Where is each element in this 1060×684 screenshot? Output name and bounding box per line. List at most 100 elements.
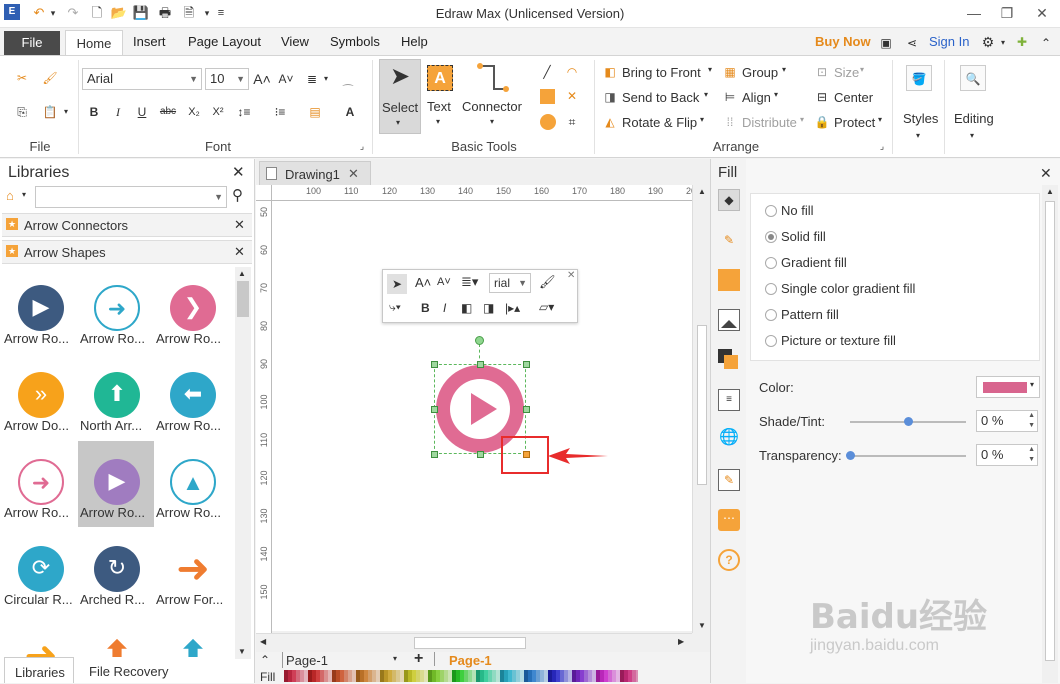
scroll-down-icon[interactable]: ▼	[698, 621, 706, 630]
send-to-back-button[interactable]: Send to Back	[622, 90, 699, 105]
palette-swatch[interactable]	[604, 670, 608, 682]
bring-to-front-icon[interactable]: ◧	[600, 62, 620, 82]
lock-icon[interactable]: 🔒	[812, 112, 832, 132]
sign-in-link[interactable]: Sign In	[929, 34, 969, 49]
search-icon[interactable]: ⚲	[232, 186, 243, 204]
palette-swatch[interactable]	[380, 670, 384, 682]
close-icon[interactable]: ✕	[234, 217, 245, 233]
group-button[interactable]: Group	[742, 65, 778, 80]
palette-swatch[interactable]	[288, 670, 292, 682]
palette-swatch[interactable]	[316, 670, 320, 682]
highlight-icon[interactable]: ▤	[305, 102, 325, 122]
bold-icon[interactable]: B	[84, 102, 104, 122]
connector-style-icon[interactable]: ⤷▾	[389, 300, 401, 315]
palette-swatch[interactable]	[320, 670, 324, 682]
library-section-arrow-connectors[interactable]: ★ Arrow Connectors ✕	[2, 213, 252, 237]
palette-swatch[interactable]	[408, 670, 412, 682]
palette-swatch[interactable]	[340, 670, 344, 682]
tab-page-layout[interactable]: Page Layout	[188, 34, 261, 49]
share-icon[interactable]: ⋖	[902, 33, 922, 53]
palette-swatch[interactable]	[616, 670, 620, 682]
shade-tint-slider-knob[interactable]	[904, 417, 913, 426]
shadow-icon[interactable]	[718, 269, 740, 291]
palette-swatch[interactable]	[400, 670, 404, 682]
palette-swatch[interactable]	[592, 670, 596, 682]
palette-swatch[interactable]	[572, 670, 576, 682]
comment-icon[interactable]: ⋯	[718, 509, 740, 531]
pointer-icon[interactable]: ➤	[387, 274, 407, 294]
scroll-up-icon[interactable]: ▲	[238, 269, 246, 278]
transparency-input[interactable]: 0 % ▲ ▼	[976, 444, 1038, 466]
close-icon[interactable]: ✕	[232, 163, 245, 181]
palette-swatch[interactable]	[452, 670, 456, 682]
resize-handle[interactable]	[431, 361, 438, 368]
tab-file-recovery[interactable]: File Recovery	[89, 664, 168, 679]
palette-swatch[interactable]	[404, 670, 408, 682]
palette-swatch[interactable]	[428, 670, 432, 682]
palette-swatch[interactable]	[328, 670, 332, 682]
palette-swatch[interactable]	[424, 670, 428, 682]
close-icon[interactable]: ✕	[567, 270, 575, 281]
scrollbar-thumb[interactable]	[697, 325, 707, 485]
superscript-icon[interactable]: X²	[208, 102, 228, 122]
palette-swatch[interactable]	[596, 670, 600, 682]
fill-option-radio[interactable]	[765, 309, 777, 321]
scroll-up-icon[interactable]: ▲	[698, 187, 706, 196]
color-palette[interactable]	[284, 670, 638, 682]
transparency-slider-knob[interactable]	[846, 451, 855, 460]
palette-swatch[interactable]	[352, 670, 356, 682]
canvas-vertical-scrollbar[interactable]: ▲ ▼	[692, 185, 710, 633]
palette-swatch[interactable]	[448, 670, 452, 682]
restore-button[interactable]: ❐	[995, 3, 1019, 23]
globe-icon[interactable]: 🌐	[718, 427, 740, 449]
cut-icon[interactable]: ✂	[12, 68, 32, 88]
floating-font-combo[interactable]: rial ▼	[489, 273, 531, 293]
styles-button[interactable]: 🪣 Styles ▾	[896, 59, 942, 153]
palette-swatch[interactable]	[560, 670, 564, 682]
library-shape-item[interactable]: ⬆	[78, 615, 154, 657]
shade-tint-input[interactable]: 0 % ▲ ▼	[976, 410, 1038, 432]
tab-file[interactable]: File	[4, 31, 60, 55]
document-properties-icon[interactable]: ≡	[718, 389, 740, 411]
palette-swatch[interactable]	[300, 670, 304, 682]
rotate-flip-icon[interactable]: ◭	[600, 112, 620, 132]
collapse-ribbon-icon[interactable]: ⌃	[1036, 33, 1056, 53]
size-icon[interactable]: ⊡	[812, 62, 832, 82]
fill-panel-scrollbar[interactable]: ▲	[1042, 185, 1058, 683]
distribute-icon[interactable]: ⁞⁞	[720, 112, 740, 132]
close-icon[interactable]: ✕	[348, 166, 359, 182]
library-shape-item[interactable]: ➜ Arrow For...	[154, 528, 230, 614]
palette-swatch[interactable]	[312, 670, 316, 682]
palette-swatch[interactable]	[508, 670, 512, 682]
bring-front-icon[interactable]: ◧	[461, 301, 472, 315]
library-shape-item[interactable]: ⬅ Arrow Ro...	[154, 354, 230, 440]
send-back-icon[interactable]: ◨	[483, 301, 494, 315]
palette-swatch[interactable]	[544, 670, 548, 682]
library-shape-item[interactable]: ⬆ North Arr...	[78, 354, 154, 440]
arc-tool-icon[interactable]: ◠	[562, 62, 582, 82]
palette-swatch[interactable]	[460, 670, 464, 682]
layers-icon[interactable]	[718, 349, 740, 371]
distribute-icon[interactable]: |▸▴	[505, 301, 520, 315]
chevron-down-icon[interactable]: ▾	[22, 190, 26, 199]
tab-home[interactable]: Home	[65, 30, 123, 57]
library-scrollbar[interactable]: ▲ ▼	[235, 267, 251, 659]
palette-swatch[interactable]	[552, 670, 556, 682]
palette-swatch[interactable]	[388, 670, 392, 682]
palette-swatch[interactable]	[520, 670, 524, 682]
palette-swatch[interactable]	[304, 670, 308, 682]
close-icon[interactable]: ✕	[234, 244, 245, 260]
account-icon[interactable]: ▣	[876, 33, 896, 53]
library-shape-item[interactable]: ↻ Arched R...	[78, 528, 154, 614]
library-shape-item[interactable]: ⬆	[154, 615, 230, 657]
scroll-down-icon[interactable]: ▼	[238, 647, 246, 656]
shrink-font-icon[interactable]: A˅	[437, 276, 451, 288]
scroll-right-icon[interactable]: ▶	[678, 637, 684, 646]
send-to-back-icon[interactable]: ◨	[600, 87, 620, 107]
palette-swatch[interactable]	[608, 670, 612, 682]
palette-swatch[interactable]	[480, 670, 484, 682]
palette-swatch[interactable]	[548, 670, 552, 682]
scrollbar-thumb[interactable]	[237, 281, 249, 317]
protect-button[interactable]: Protect	[834, 115, 875, 130]
subscript-icon[interactable]: X₂	[184, 102, 204, 122]
